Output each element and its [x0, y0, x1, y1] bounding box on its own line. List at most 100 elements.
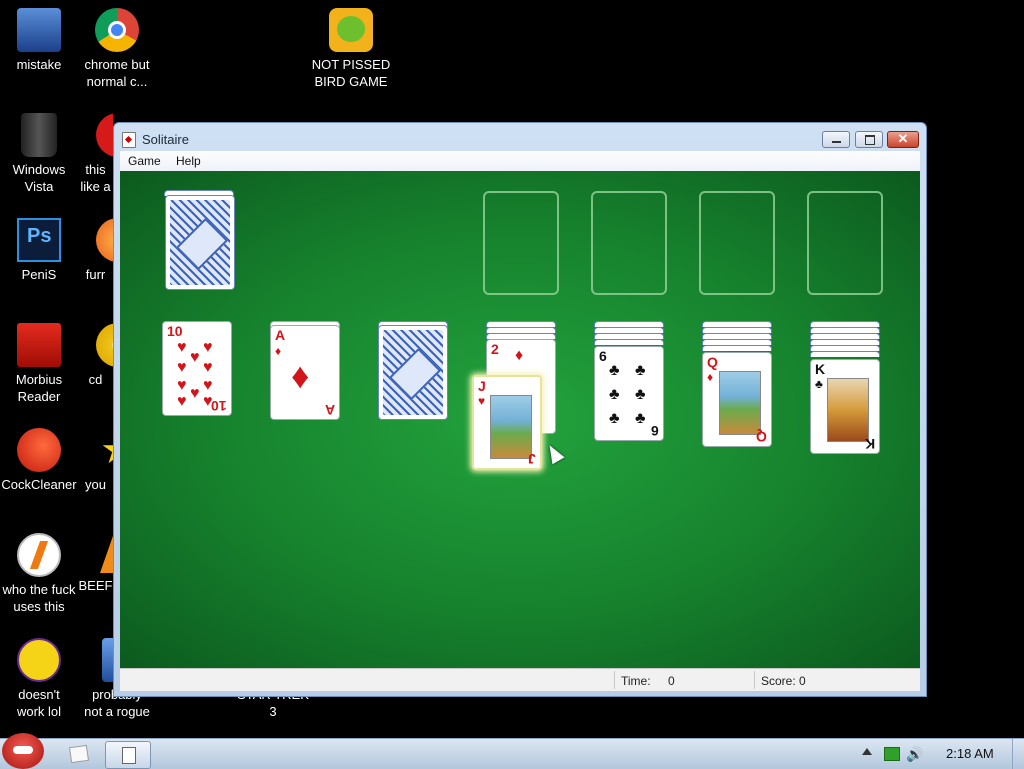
card-rank-bottom: 10: [211, 398, 227, 414]
tableau-card-ace-diamonds[interactable]: A ♦ ♦ A: [270, 325, 340, 420]
card-rank-bottom: 6: [651, 423, 659, 439]
time-label: Time:: [621, 674, 651, 688]
tableau-card-king-clubs[interactable]: K ♣ K: [810, 359, 880, 454]
tableau-facedown-card[interactable]: [378, 325, 448, 420]
cd-icon: [96, 323, 113, 367]
desktop-icon-winamp[interactable]: who the fuck uses this: [0, 533, 78, 615]
solitaire-window[interactable]: Solitaire ✕ Game Help 10 10 ♥ ♥ ♥ ♥ ♥ ♥ …: [113, 122, 927, 697]
desktop-icon-recycle[interactable]: Windows Vista: [0, 113, 78, 195]
heart-icon: ♥: [177, 377, 187, 394]
desktop-icon-label: Windows Vista: [12, 162, 66, 194]
vlc-cone-icon: [100, 533, 113, 573]
solitaire-taskbar-icon: [122, 747, 136, 764]
opera-icon: [96, 113, 113, 157]
heart-icon: ♥: [203, 359, 213, 376]
close-icon: ✕: [897, 131, 909, 146]
ccleaner-icon: [17, 428, 61, 472]
heart-icon: ♥: [203, 377, 213, 394]
desktop-icon-label: chrome but normal c...: [84, 57, 150, 89]
desktop-icon-opera[interactable]: this like a: [78, 113, 113, 195]
desktop-icon-label: you: [85, 477, 106, 492]
desktop-icon-label: PeniS: [21, 267, 57, 282]
recycle-bin-icon: [21, 113, 57, 157]
green-pig-icon: [329, 8, 373, 52]
foundation-slot-2[interactable]: [591, 191, 667, 295]
start-button[interactable]: [2, 733, 44, 769]
card-rank-bottom: A: [324, 402, 335, 418]
status-divider: [754, 671, 755, 689]
desktop-icon-firefox[interactable]: furr: [78, 218, 113, 283]
heart-icon: ♥: [203, 339, 213, 356]
desktop-icon-label: furr: [85, 267, 106, 282]
tray-expand-icon[interactable]: [862, 748, 872, 755]
tableau-stack-edge: [594, 339, 664, 345]
heart-icon: ♥: [177, 339, 187, 356]
foundation-slot-3[interactable]: [699, 191, 775, 295]
volume-icon[interactable]: 🔊: [906, 746, 923, 763]
card-rank: K: [815, 361, 826, 377]
card-rank: A: [275, 327, 286, 343]
card-rank: J: [478, 378, 486, 394]
desktop-icon-you[interactable]: ★ you: [78, 428, 113, 493]
network-icon[interactable]: [884, 747, 900, 761]
card-rank: 6: [599, 348, 607, 364]
tableau-stack-edge: [810, 351, 880, 357]
solitaire-app-icon: [122, 132, 136, 148]
heart-icon: ♥: [177, 359, 187, 376]
desktop-icon-label: this like a: [80, 162, 111, 194]
desktop-icon-photoshop[interactable]: Ps PeniS: [0, 218, 78, 283]
pdf-reader-icon: [17, 323, 61, 367]
taskbar-clock[interactable]: 2:18 AM: [946, 746, 994, 761]
lightning-icon: [17, 533, 61, 577]
stock-pile[interactable]: [165, 195, 235, 290]
desktop-icon-yahoo[interactable]: doesn't work lol: [0, 638, 78, 720]
score-display: Score: 0: [761, 674, 806, 688]
minimize-button[interactable]: [822, 131, 850, 148]
jack-artwork: [490, 395, 532, 459]
desktop-icon-beef[interactable]: BEEF: [78, 533, 113, 594]
card-rank-bottom: Q: [756, 429, 767, 445]
desktop-icon-mistake[interactable]: mistake: [0, 8, 78, 73]
desktop-icon-ccleaner[interactable]: CockCleaner: [0, 428, 78, 493]
quick-launch-icon[interactable]: [68, 744, 90, 764]
dragged-card-jack-hearts[interactable]: J ♥ J: [472, 375, 542, 470]
tableau-card-6-clubs[interactable]: 6 6 ♣ ♣ ♣ ♣ ♣ ♣: [594, 346, 664, 441]
taskbar: 🔊 2:18 AM: [0, 733, 1024, 769]
club-icon: ♣: [635, 362, 646, 379]
foundation-slot-4[interactable]: [807, 191, 883, 295]
menu-game[interactable]: Game: [128, 154, 161, 168]
desktop-icon-cd[interactable]: cd: [78, 323, 113, 388]
heart-icon: ♥: [203, 393, 213, 410]
tableau-card-queen-diamonds[interactable]: Q ♦ Q: [702, 352, 772, 447]
firefox-icon: [96, 218, 113, 262]
diamond-icon: ♦: [515, 347, 524, 364]
desktop-icon-label: CockCleaner: [1, 477, 77, 492]
desktop-icon-bird-game[interactable]: NOT PISSED BIRD GAME: [306, 8, 396, 90]
desktop-icon-label: doesn't work lol: [16, 687, 62, 719]
heart-icon: ♥: [478, 394, 486, 408]
desktop-icon-label: who the fuck uses this: [2, 582, 76, 614]
king-artwork: [827, 378, 869, 442]
show-desktop-button[interactable]: [1012, 739, 1024, 769]
tableau-card-10-hearts[interactable]: 10 10 ♥ ♥ ♥ ♥ ♥ ♥ ♥ ♥ ♥ ♥: [162, 321, 232, 416]
desktop-icon-chrome[interactable]: chrome but normal c...: [78, 8, 156, 90]
window-title: Solitaire: [142, 132, 189, 147]
photoshop-icon: Ps: [17, 218, 61, 262]
time-value: 0: [668, 674, 675, 688]
game-board[interactable]: 10 10 ♥ ♥ ♥ ♥ ♥ ♥ ♥ ♥ ♥ ♥ A ♦ ♦ A 2 ♦ 6 …: [120, 171, 920, 668]
maximize-button[interactable]: [855, 131, 883, 148]
title-bar[interactable]: Solitaire ✕: [114, 123, 926, 151]
tableau-stack-edge: [702, 345, 772, 351]
desktop-icon-pdf[interactable]: Morbius Reader: [0, 323, 78, 405]
desktop-icon-label: BEEF: [78, 578, 113, 593]
foundation-slot-1[interactable]: [483, 191, 559, 295]
status-divider: [614, 671, 615, 689]
diamond-icon: ♦: [275, 344, 282, 358]
close-button[interactable]: ✕: [887, 131, 919, 148]
club-icon: ♣: [609, 410, 620, 427]
menu-help[interactable]: Help: [176, 154, 201, 168]
taskbar-solitaire-button[interactable]: [105, 741, 151, 769]
desktop-icon-label: cd: [88, 372, 103, 387]
ps-glyph: Ps: [27, 225, 52, 247]
star-icon: ★: [96, 428, 113, 472]
